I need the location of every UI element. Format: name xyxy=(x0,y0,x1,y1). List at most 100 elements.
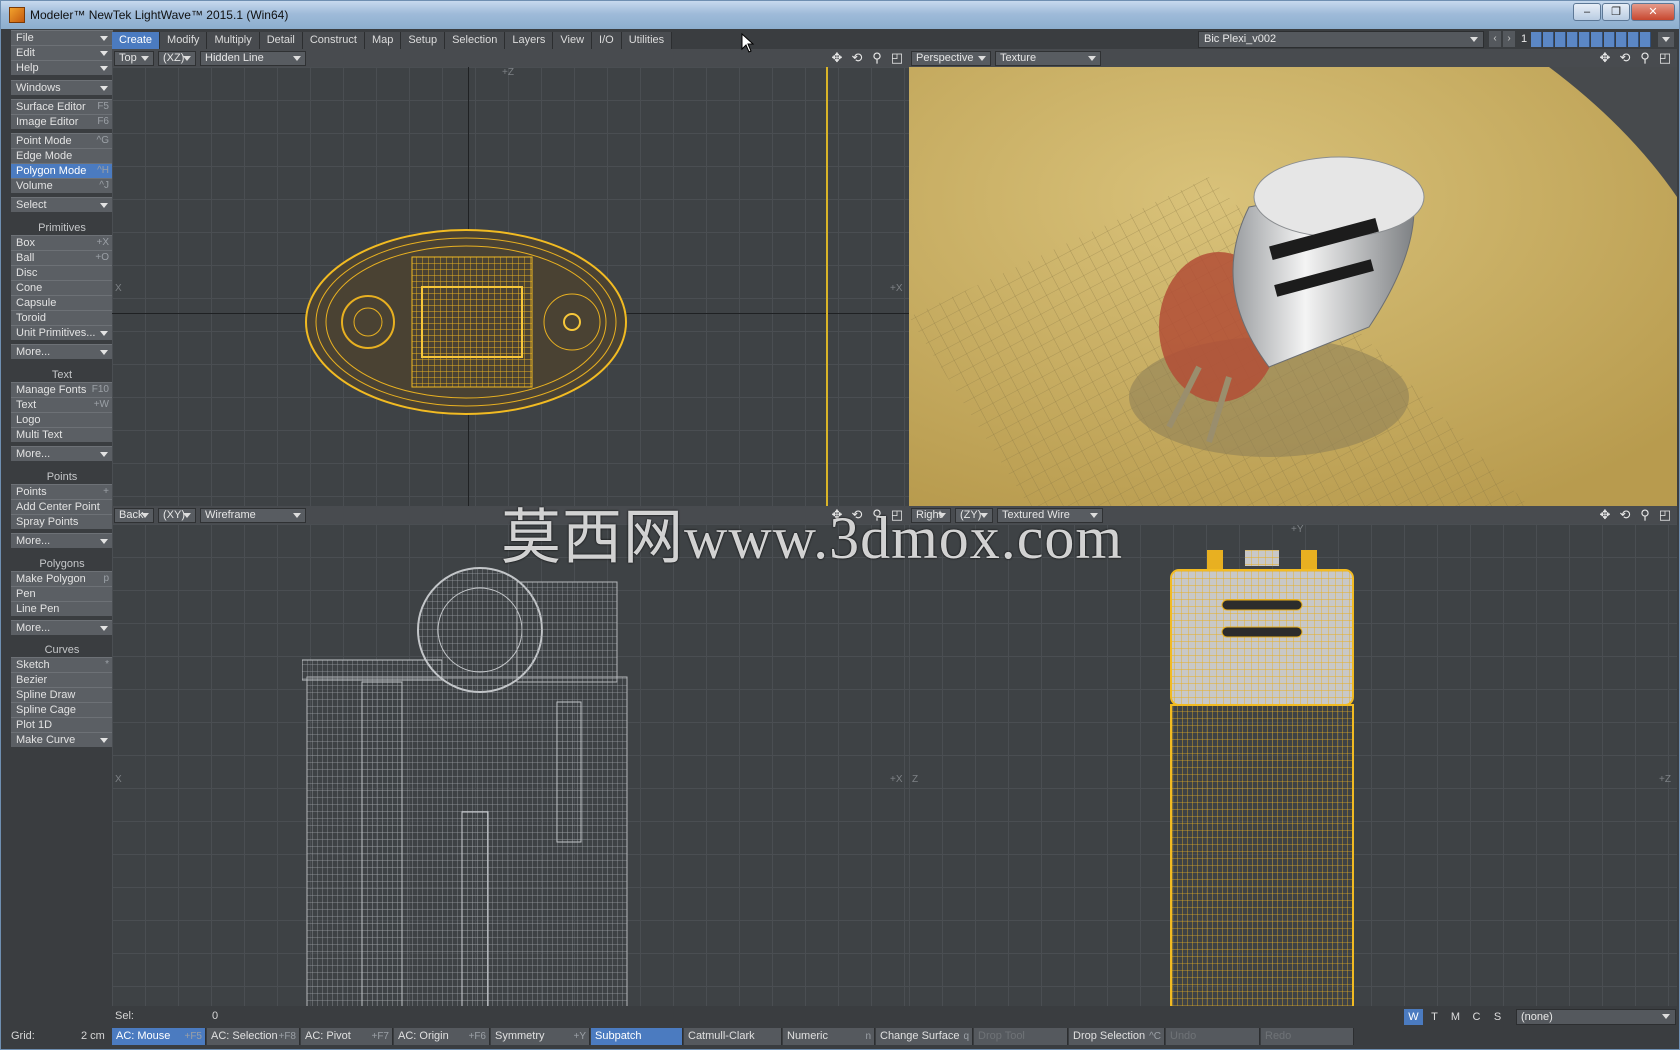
close-button[interactable]: ✕ xyxy=(1631,3,1675,21)
tool-more-button[interactable]: More... xyxy=(11,533,113,548)
change-surface-button[interactable]: Change Surface q xyxy=(876,1028,973,1045)
tab-view[interactable]: View xyxy=(553,31,593,49)
display-mode-t-button[interactable]: T xyxy=(1425,1009,1444,1025)
tab-detail[interactable]: Detail xyxy=(259,31,303,49)
zoom-view-icon[interactable]: ⚲ xyxy=(1637,50,1653,66)
tool-help-button[interactable]: Help xyxy=(11,60,113,75)
layer-cell[interactable] xyxy=(1567,32,1579,47)
next-layer-icon[interactable]: › xyxy=(1503,31,1515,47)
viewport-back[interactable]: Back (XY) Wireframe ✥ ⟲ ⚲ ◰ X +X xyxy=(112,506,909,1006)
tool-make-curve-button[interactable]: Make Curve xyxy=(11,732,113,747)
maximize-view-icon[interactable]: ◰ xyxy=(889,50,905,66)
redo-button[interactable]: Redo xyxy=(1261,1028,1354,1045)
layer-cell[interactable] xyxy=(1615,32,1627,47)
tab-create[interactable]: Create xyxy=(112,31,161,49)
tab-i-o[interactable]: I/O xyxy=(592,31,622,49)
render-mode-dropdown[interactable]: Texture xyxy=(995,50,1101,66)
maximize-view-icon[interactable]: ◰ xyxy=(1657,507,1673,523)
tool-file-button[interactable]: File xyxy=(11,30,113,45)
tool-spray-points-button[interactable]: Spray Points xyxy=(11,514,113,529)
display-mode-m-button[interactable]: M xyxy=(1446,1009,1465,1025)
tool-edge-mode-button[interactable]: Edge Mode xyxy=(11,148,113,163)
tool-points-button[interactable]: Points + xyxy=(11,484,113,499)
tool-toroid-button[interactable]: Toroid xyxy=(11,310,113,325)
tab-construct[interactable]: Construct xyxy=(302,31,365,49)
tool-capsule-button[interactable]: Capsule xyxy=(11,295,113,310)
layer-cell[interactable] xyxy=(1543,32,1555,47)
tool-make-polygon-button[interactable]: Make Polygon p xyxy=(11,571,113,586)
tab-multiply[interactable]: Multiply xyxy=(207,31,260,49)
view-type-dropdown[interactable]: Top xyxy=(114,50,154,66)
layer-cell[interactable] xyxy=(1603,32,1615,47)
drop-selection-button[interactable]: Drop Selection ^C xyxy=(1069,1028,1165,1045)
layer-bank-menu-icon[interactable] xyxy=(1658,32,1674,47)
display-mode-s-button[interactable]: S xyxy=(1488,1009,1507,1025)
move-view-icon[interactable]: ✥ xyxy=(1597,507,1613,523)
display-mode-c-button[interactable]: C xyxy=(1467,1009,1486,1025)
tool-edit-button[interactable]: Edit xyxy=(11,45,113,60)
tool-ball-button[interactable]: Ball +O xyxy=(11,250,113,265)
ac-origin-button[interactable]: AC: Origin +F6 xyxy=(394,1028,490,1045)
ac-pivot-button[interactable]: AC: Pivot +F7 xyxy=(301,1028,393,1045)
layer-cell[interactable] xyxy=(1579,32,1591,47)
tab-map[interactable]: Map xyxy=(364,31,402,49)
layer-cell[interactable] xyxy=(1627,32,1639,47)
axes-dropdown[interactable]: (XZ) xyxy=(158,50,196,66)
tool-polygon-mode-button[interactable]: Polygon Mode ^H xyxy=(11,163,113,178)
display-mode-w-button[interactable]: W xyxy=(1404,1009,1423,1025)
tool-multi-text-button[interactable]: Multi Text xyxy=(11,427,113,442)
rotate-view-icon[interactable]: ⟲ xyxy=(849,50,865,66)
viewport-perspective[interactable]: Perspective Texture ✥ ⟲ ⚲ ◰ xyxy=(909,49,1677,506)
tab-modify[interactable]: Modify xyxy=(160,31,208,49)
tool-sketch-button[interactable]: Sketch * xyxy=(11,657,113,672)
tab-utilities[interactable]: Utilities xyxy=(621,31,673,49)
tool-select-button[interactable]: Select xyxy=(11,197,113,212)
zoom-view-icon[interactable]: ⚲ xyxy=(869,50,885,66)
tool-volume-button[interactable]: Volume ^J xyxy=(11,178,113,193)
tool-more-button[interactable]: More... xyxy=(11,446,113,461)
title-bar[interactable]: Modeler™ NewTek LightWave™ 2015.1 (Win64… xyxy=(1,1,1679,29)
ac-selection-button[interactable]: AC: Selection +F8 xyxy=(207,1028,300,1045)
tool-manage-fonts-button[interactable]: Manage Fonts F10 xyxy=(11,382,113,397)
move-view-icon[interactable]: ✥ xyxy=(829,50,845,66)
tool-spline-cage-button[interactable]: Spline Cage xyxy=(11,702,113,717)
tool-disc-button[interactable]: Disc xyxy=(11,265,113,280)
tab-layers[interactable]: Layers xyxy=(505,31,554,49)
tab-setup[interactable]: Setup xyxy=(401,31,446,49)
undo-button[interactable]: Undo xyxy=(1166,1028,1260,1045)
tool-spline-draw-button[interactable]: Spline Draw xyxy=(11,687,113,702)
layer-cell[interactable] xyxy=(1639,32,1651,47)
zoom-view-icon[interactable]: ⚲ xyxy=(1637,507,1653,523)
layer-cell[interactable] xyxy=(1591,32,1603,47)
minimize-button[interactable]: – xyxy=(1573,3,1601,21)
layer-dropdown[interactable]: Bic Plexi_v002 xyxy=(1198,31,1484,48)
tab-selection[interactable]: Selection xyxy=(445,31,506,49)
tool-text-button[interactable]: Text +W xyxy=(11,397,113,412)
tool-line-pen-button[interactable]: Line Pen xyxy=(11,601,113,616)
layer-cell[interactable] xyxy=(1531,32,1543,47)
render-mode-dropdown[interactable]: Wireframe xyxy=(200,507,306,523)
surface-dropdown[interactable]: (none) xyxy=(1516,1009,1676,1025)
tool-cone-button[interactable]: Cone xyxy=(11,280,113,295)
tool-bezier-button[interactable]: Bezier xyxy=(11,672,113,687)
drop-tool-button[interactable]: Drop Tool xyxy=(974,1028,1068,1045)
move-view-icon[interactable]: ✥ xyxy=(1597,50,1613,66)
maximize-button[interactable]: ❐ xyxy=(1602,3,1630,21)
tool-more-button[interactable]: More... xyxy=(11,620,113,635)
tool-surface-editor-button[interactable]: Surface Editor F5 xyxy=(11,99,113,114)
tool-unit-primitives-button[interactable]: Unit Primitives... xyxy=(11,325,113,340)
prev-layer-icon[interactable]: ‹ xyxy=(1489,31,1501,47)
rotate-view-icon[interactable]: ⟲ xyxy=(1617,50,1633,66)
symmetry-button[interactable]: Symmetry +Y xyxy=(491,1028,590,1045)
render-mode-dropdown[interactable]: Hidden Line xyxy=(200,50,306,66)
subpatch-button[interactable]: Subpatch xyxy=(591,1028,683,1045)
view-type-dropdown[interactable]: Perspective xyxy=(911,50,991,66)
tool-windows-button[interactable]: Windows xyxy=(11,80,113,95)
viewport-right[interactable]: Right (ZY) Textured Wire ✥ ⟲ ⚲ ◰ +Y Z +Z xyxy=(909,506,1677,1006)
tool-point-mode-button[interactable]: Point Mode ^G xyxy=(11,133,113,148)
tool-add-center-point-button[interactable]: Add Center Point xyxy=(11,499,113,514)
layer-cell[interactable] xyxy=(1555,32,1567,47)
catmull-clark-button[interactable]: Catmull-Clark xyxy=(684,1028,782,1045)
tool-plot-1d-button[interactable]: Plot 1D xyxy=(11,717,113,732)
tool-more-button[interactable]: More... xyxy=(11,344,113,359)
